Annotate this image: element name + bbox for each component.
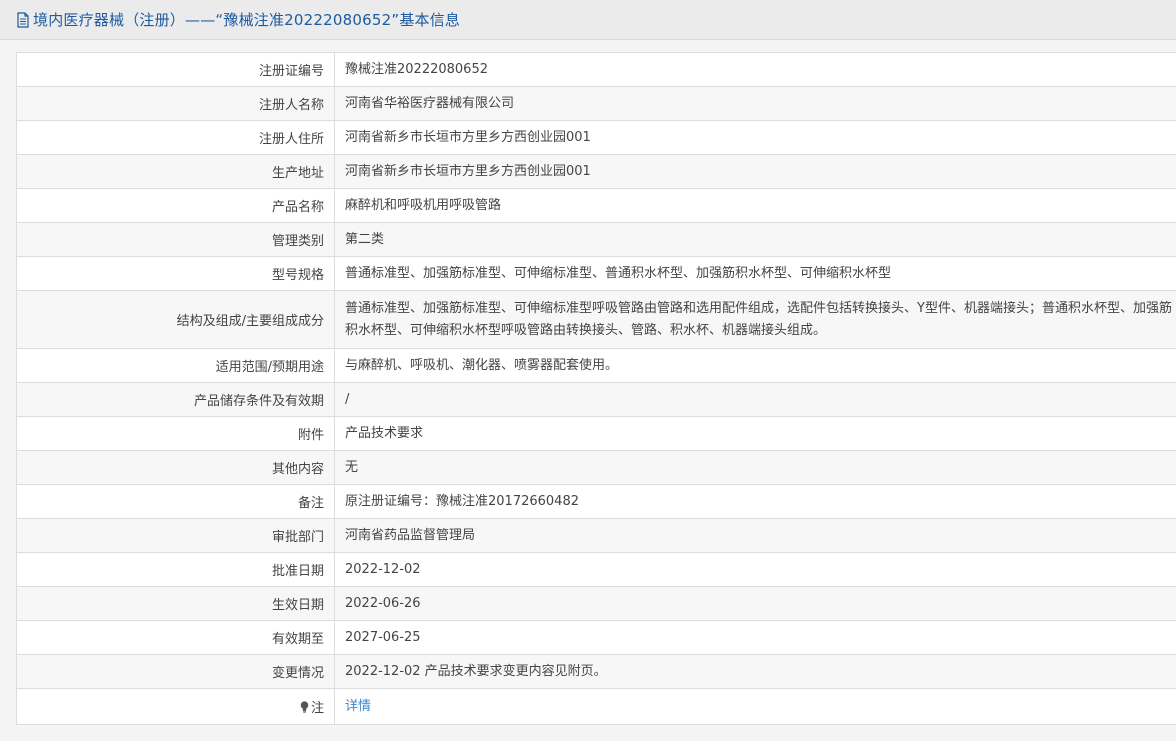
- field-label: 备注: [16, 484, 335, 519]
- table-row: 批准日期 2022-12-02: [16, 552, 1176, 587]
- table-row: 管理类别 第二类: [16, 222, 1176, 257]
- note-label: 注: [310, 701, 324, 716]
- field-label: 有效期至: [16, 620, 335, 655]
- field-value: 普通标准型、加强筋标准型、可伸缩标准型呼吸管路由管路和选用配件组成，选配件包括转…: [334, 290, 1176, 349]
- lightbulb-icon: [300, 701, 309, 713]
- table-row: 注册人住所 河南省新乡市长垣市方里乡方西创业园001: [16, 120, 1176, 155]
- info-panel: 注册证编号 豫械注准20222080652 注册人名称 河南省华裕医疗器械有限公…: [0, 40, 1176, 741]
- details-link[interactable]: 详情: [345, 699, 371, 714]
- field-value: 豫械注准20222080652: [334, 52, 1176, 87]
- table-row: 产品名称 麻醉机和呼吸机用呼吸管路: [16, 188, 1176, 223]
- field-label: 变更情况: [16, 654, 335, 689]
- field-label: 附件: [16, 416, 335, 451]
- table-row: 备注 原注册证编号：豫械注准20172660482: [16, 484, 1176, 519]
- field-value: 麻醉机和呼吸机用呼吸管路: [334, 188, 1176, 223]
- document-icon: [17, 11, 29, 28]
- note-value-cell: 详情: [334, 688, 1176, 725]
- field-value: 与麻醉机、呼吸机、潮化器、喷雾器配套使用。: [334, 348, 1176, 383]
- info-table: 注册证编号 豫械注准20222080652 注册人名称 河南省华裕医疗器械有限公…: [16, 52, 1176, 725]
- field-value: 2022-12-02: [334, 552, 1176, 587]
- field-value: 无: [334, 450, 1176, 485]
- field-label: 适用范围/预期用途: [16, 348, 335, 383]
- table-row: 其他内容 无: [16, 450, 1176, 485]
- table-row: 变更情况 2022-12-02 产品技术要求变更内容见附页。: [16, 654, 1176, 689]
- field-value: 河南省药品监督管理局: [334, 518, 1176, 553]
- page: 境内医疗器械（注册）——“豫械注准20222080652”基本信息 注册证编号 …: [0, 0, 1176, 741]
- field-value: 普通标准型、加强筋标准型、可伸缩标准型、普通积水杯型、加强筋积水杯型、可伸缩积水…: [334, 256, 1176, 291]
- field-value: 第二类: [334, 222, 1176, 257]
- field-label: 管理类别: [16, 222, 335, 257]
- field-label: 批准日期: [16, 552, 335, 587]
- table-row: 审批部门 河南省药品监督管理局: [16, 518, 1176, 553]
- field-label: 型号规格: [16, 256, 335, 291]
- table-row: 适用范围/预期用途 与麻醉机、呼吸机、潮化器、喷雾器配套使用。: [16, 348, 1176, 383]
- field-value: 河南省华裕医疗器械有限公司: [334, 86, 1176, 121]
- field-label: 注册证编号: [16, 52, 335, 87]
- field-value: 原注册证编号：豫械注准20172660482: [334, 484, 1176, 519]
- field-label: 结构及组成/主要组成成分: [16, 290, 335, 349]
- field-label: 产品名称: [16, 188, 335, 223]
- table-row: 型号规格 普通标准型、加强筋标准型、可伸缩标准型、普通积水杯型、加强筋积水杯型、…: [16, 256, 1176, 291]
- table-row: 注册人名称 河南省华裕医疗器械有限公司: [16, 86, 1176, 121]
- note-row: 注 详情: [16, 688, 1176, 725]
- field-label: 其他内容: [16, 450, 335, 485]
- table-row: 注册证编号 豫械注准20222080652: [16, 52, 1176, 87]
- field-label: 生产地址: [16, 154, 335, 189]
- field-value: 2022-06-26: [334, 586, 1176, 621]
- table-row: 结构及组成/主要组成成分 普通标准型、加强筋标准型、可伸缩标准型呼吸管路由管路和…: [16, 290, 1176, 349]
- field-label: 注册人住所: [16, 120, 335, 155]
- field-label: 生效日期: [16, 586, 335, 621]
- title-bar: 境内医疗器械（注册）——“豫械注准20222080652”基本信息: [0, 0, 1176, 40]
- field-label: 审批部门: [16, 518, 335, 553]
- field-label: 产品储存条件及有效期: [16, 382, 335, 417]
- table-row: 生效日期 2022-06-26: [16, 586, 1176, 621]
- table-row: 生产地址 河南省新乡市长垣市方里乡方西创业园001: [16, 154, 1176, 189]
- field-value: /: [334, 382, 1176, 417]
- field-value: 产品技术要求: [334, 416, 1176, 451]
- field-value: 河南省新乡市长垣市方里乡方西创业园001: [334, 120, 1176, 155]
- field-value: 2022-12-02 产品技术要求变更内容见附页。: [334, 654, 1176, 689]
- note-label-cell: 注: [16, 688, 335, 725]
- page-title: 境内医疗器械（注册）——“豫械注准20222080652”基本信息: [33, 11, 461, 29]
- table-row: 有效期至 2027-06-25: [16, 620, 1176, 655]
- field-value: 河南省新乡市长垣市方里乡方西创业园001: [334, 154, 1176, 189]
- table-row: 产品储存条件及有效期 /: [16, 382, 1176, 417]
- table-row: 附件 产品技术要求: [16, 416, 1176, 451]
- field-label: 注册人名称: [16, 86, 335, 121]
- field-value: 2027-06-25: [334, 620, 1176, 655]
